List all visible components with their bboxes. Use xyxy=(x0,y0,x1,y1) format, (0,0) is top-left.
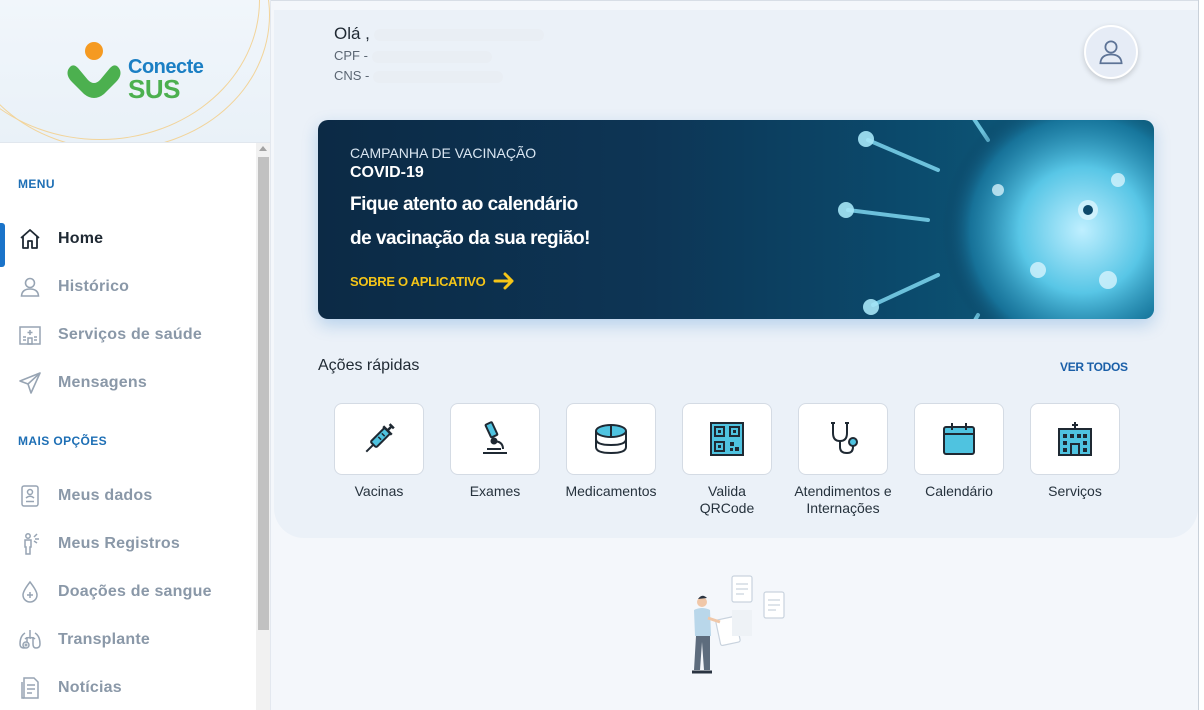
window-right-edge xyxy=(1198,0,1204,710)
quick-action-label: Serviços xyxy=(1048,483,1102,499)
lungs-icon xyxy=(17,627,43,653)
quick-action-label: Vacinas xyxy=(354,483,404,499)
user-greeting: Olá , xyxy=(334,24,544,44)
quick-action-tile[interactable] xyxy=(334,403,424,475)
person-records-icon xyxy=(17,531,43,557)
sidebar-item-transplante[interactable]: Transplante xyxy=(0,620,256,660)
quick-action-tile[interactable] xyxy=(682,403,772,475)
banner-kicker: CAMPANHA DE VACINAÇÃO xyxy=(350,145,537,161)
quick-action-vacinas[interactable]: Vacinas xyxy=(334,403,424,500)
banner-headline-line2: de vacinação da sua região! xyxy=(350,228,590,249)
sidebar-item-label: Home xyxy=(58,230,104,247)
logo-wordmark: Conecte SUS xyxy=(128,56,204,104)
sidebar-item-meus-registros[interactable]: Meus Registros xyxy=(0,524,256,564)
arrow-right-icon xyxy=(493,272,514,290)
sidebar-item-label: Meus dados xyxy=(58,487,153,504)
qrcode-icon xyxy=(710,422,744,456)
quick-action-atendimentos[interactable]: Atendimentos e Internações xyxy=(794,403,892,517)
cpf-label: CPF - xyxy=(334,48,368,63)
quick-action-label: Exames xyxy=(469,483,521,499)
user-cns: CNS - xyxy=(334,68,504,83)
quick-action-servicos[interactable]: Serviços xyxy=(1030,403,1120,500)
coronavirus-illustration-icon xyxy=(838,120,1154,319)
person-documents-illustration-icon xyxy=(692,575,785,674)
sidebar-item-mensagens[interactable]: Mensagens xyxy=(0,363,256,403)
sidebar-item-meus-dados[interactable]: Meus dados xyxy=(0,476,256,516)
quick-action-label: Calendário xyxy=(925,483,993,499)
syringe-icon xyxy=(365,423,395,453)
sidebar-item-noticias[interactable]: Notícias xyxy=(0,668,256,708)
quick-action-label: Valida QRCode xyxy=(699,483,755,516)
banner-headline-line1: Fique atento ao calendário xyxy=(350,194,578,215)
menu-section-title: MENU xyxy=(18,177,55,191)
user-avatar-button[interactable] xyxy=(1084,25,1138,79)
quick-action-tile[interactable] xyxy=(566,403,656,475)
hospital-icon xyxy=(17,322,43,348)
quick-action-tile[interactable] xyxy=(1030,403,1120,475)
greeting-text: Olá , xyxy=(334,24,370,43)
top-divider xyxy=(271,0,1204,1)
sidebar-item-historico[interactable]: Histórico xyxy=(0,267,256,307)
banner-headline: Fique atento ao calendário de vacinação … xyxy=(350,188,590,256)
quick-actions-title: Ações rápidas xyxy=(318,357,420,374)
news-icon xyxy=(17,675,43,701)
sidebar-item-label: Transplante xyxy=(58,631,151,648)
quick-action-label: Atendimentos e Internações xyxy=(794,483,892,516)
sidebar-item-doacoes-de-sangue[interactable]: Doações de sangue xyxy=(0,572,256,612)
quick-action-tile[interactable] xyxy=(914,403,1004,475)
logo-mark-icon xyxy=(67,42,121,98)
user-cpf: CPF - xyxy=(334,48,492,63)
logo-line2: SUS xyxy=(128,74,180,104)
sidebar-item-label: Mensagens xyxy=(58,374,147,391)
sidebar-item-label: Doações de sangue xyxy=(58,583,212,600)
stethoscope-icon xyxy=(831,422,858,455)
sidebar-scrollbar[interactable] xyxy=(256,143,270,710)
logo-area: Conecte SUS xyxy=(0,0,270,143)
quick-action-valida-qrcode[interactable]: Valida QRCode xyxy=(682,403,772,517)
quick-action-medicamentos[interactable]: Medicamentos xyxy=(565,403,657,500)
id-card-icon xyxy=(17,483,43,509)
sidebar-menu: MENU Home Histórico Serviços de saúde Me… xyxy=(0,143,256,710)
redacted-cpf xyxy=(371,50,492,63)
sidebar-item-label: Notícias xyxy=(58,679,122,696)
send-icon xyxy=(17,370,43,396)
sidebar-item-label: Meus Registros xyxy=(58,535,180,552)
more-options-section-title: MAIS OPÇÕES xyxy=(18,434,108,448)
building-icon xyxy=(1058,422,1092,456)
sidebar-item-label: Histórico xyxy=(58,278,130,295)
about-app-label: SOBRE O APLICATIVO xyxy=(350,273,486,289)
about-app-link[interactable]: SOBRE O APLICATIVO xyxy=(350,272,515,290)
blood-drop-icon xyxy=(17,579,43,605)
quick-action-tile[interactable] xyxy=(798,403,888,475)
user-icon xyxy=(17,274,43,300)
calendar-icon xyxy=(943,423,975,455)
redacted-cns xyxy=(373,70,504,83)
quick-action-calendario[interactable]: Calendário xyxy=(914,403,1004,500)
sidebar-item-home[interactable]: Home xyxy=(0,219,256,267)
sidebar-item-servicos-de-saude[interactable]: Serviços de saúde xyxy=(0,315,256,355)
banner-subkicker: COVID-19 xyxy=(350,164,424,181)
quick-action-exames[interactable]: Exames xyxy=(450,403,540,500)
redacted-name xyxy=(373,28,544,41)
home-icon xyxy=(17,226,43,252)
scroll-up-arrow-icon[interactable] xyxy=(259,146,267,151)
quick-action-tile[interactable] xyxy=(450,403,540,475)
quick-action-label: Medicamentos xyxy=(565,483,657,499)
cns-label: CNS - xyxy=(334,68,370,83)
sidebar: Conecte SUS MENU Home Histórico Serviços… xyxy=(0,0,271,710)
microscope-icon xyxy=(483,421,507,454)
vaccination-campaign-banner[interactable]: CAMPANHA DE VACINAÇÃO COVID-19 Fique ate… xyxy=(318,120,1154,319)
conecte-sus-logo[interactable]: Conecte SUS xyxy=(62,40,212,104)
see-all-link[interactable]: VER TODOS xyxy=(1060,360,1128,374)
user-avatar-icon xyxy=(1099,40,1123,65)
scroll-thumb[interactable] xyxy=(258,157,269,630)
pill-icon xyxy=(595,424,627,455)
sidebar-item-label: Serviços de saúde xyxy=(58,326,202,343)
